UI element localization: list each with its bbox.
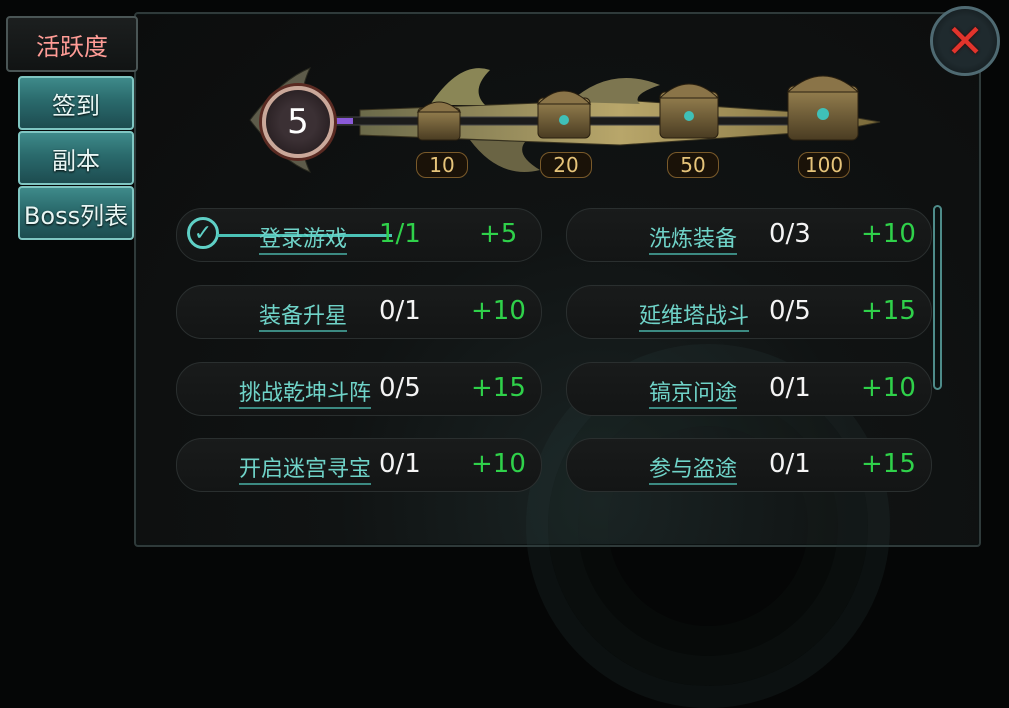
task-progress: 0/1 <box>769 373 811 403</box>
task-progress: 0/5 <box>769 296 811 326</box>
chest-threshold-label: 100 <box>798 152 850 178</box>
task-progress: 0/1 <box>379 449 421 479</box>
tab-dungeon[interactable]: 副本 <box>18 131 134 185</box>
blade-flame <box>430 68 490 105</box>
chest-100[interactable] <box>786 75 860 141</box>
chest-gem <box>684 111 694 121</box>
progress-track <box>334 116 856 126</box>
chest-20[interactable] <box>536 90 592 139</box>
close-x-icon: ✕ <box>945 14 985 68</box>
chest-threshold-label: 20 <box>540 152 592 178</box>
task-row[interactable]: 延维塔战斗 0/5 +15 <box>566 285 932 339</box>
task-name[interactable]: 参与盗途 <box>648 451 737 485</box>
treasure-chest-icon <box>417 107 461 141</box>
chest-10[interactable] <box>416 101 462 141</box>
checkmark-icon: ✓ <box>187 217 219 249</box>
task-row[interactable]: 参与盗途 0/1 +15 <box>566 438 932 492</box>
chest-50[interactable] <box>658 83 720 139</box>
task-progress: 0/3 <box>769 219 811 249</box>
task-progress: 0/1 <box>769 449 811 479</box>
task-row[interactable]: ✓ 登录游戏 1/1 +5 <box>176 208 542 262</box>
task-points: +15 <box>471 373 526 403</box>
tab-activity[interactable]: 活跃度 <box>6 16 138 72</box>
task-progress: 1/1 <box>379 219 421 249</box>
task-name[interactable]: 装备升星 <box>258 298 347 332</box>
blade-flame <box>470 140 540 172</box>
chest-lid <box>658 83 720 99</box>
task-points: +10 <box>861 219 916 249</box>
task-row[interactable]: 装备升星 0/1 +10 <box>176 285 542 339</box>
chest-gem <box>817 108 829 120</box>
task-points: +15 <box>861 449 916 479</box>
task-name[interactable]: 挑战乾坤斗阵 <box>238 375 371 409</box>
task-name[interactable]: 延维塔战斗 <box>638 298 749 332</box>
tab-boss-list[interactable]: Boss列表 <box>18 186 134 240</box>
progress-fill <box>335 118 353 124</box>
task-name[interactable]: 镐京问途 <box>648 375 737 409</box>
task-progress: 0/1 <box>379 296 421 326</box>
tab-checkin[interactable]: 签到 <box>18 76 134 130</box>
close-button[interactable]: ✕ <box>930 6 1000 76</box>
task-points: +10 <box>861 373 916 403</box>
task-name[interactable]: 开启迷宫寻宝 <box>238 451 371 485</box>
task-row[interactable]: 洗炼装备 0/3 +10 <box>566 208 932 262</box>
task-points: +10 <box>471 296 526 326</box>
task-points: +10 <box>471 449 526 479</box>
chest-threshold-label: 10 <box>416 152 468 178</box>
task-list-scrollbar[interactable] <box>933 205 942 390</box>
task-row[interactable]: 挑战乾坤斗阵 0/5 +15 <box>176 362 542 416</box>
chest-gem <box>559 115 569 125</box>
chest-lid <box>786 75 860 93</box>
task-name[interactable]: 登录游戏 <box>258 221 347 255</box>
task-points: +5 <box>479 219 518 249</box>
task-row[interactable]: 镐京问途 0/1 +10 <box>566 362 932 416</box>
chest-threshold-label: 50 <box>667 152 719 178</box>
activity-level-badge: 5 <box>262 86 334 158</box>
task-name[interactable]: 洗炼装备 <box>648 221 737 255</box>
task-progress: 0/5 <box>379 373 421 403</box>
task-row[interactable]: 开启迷宫寻宝 0/1 +10 <box>176 438 542 492</box>
task-points: +15 <box>861 296 916 326</box>
